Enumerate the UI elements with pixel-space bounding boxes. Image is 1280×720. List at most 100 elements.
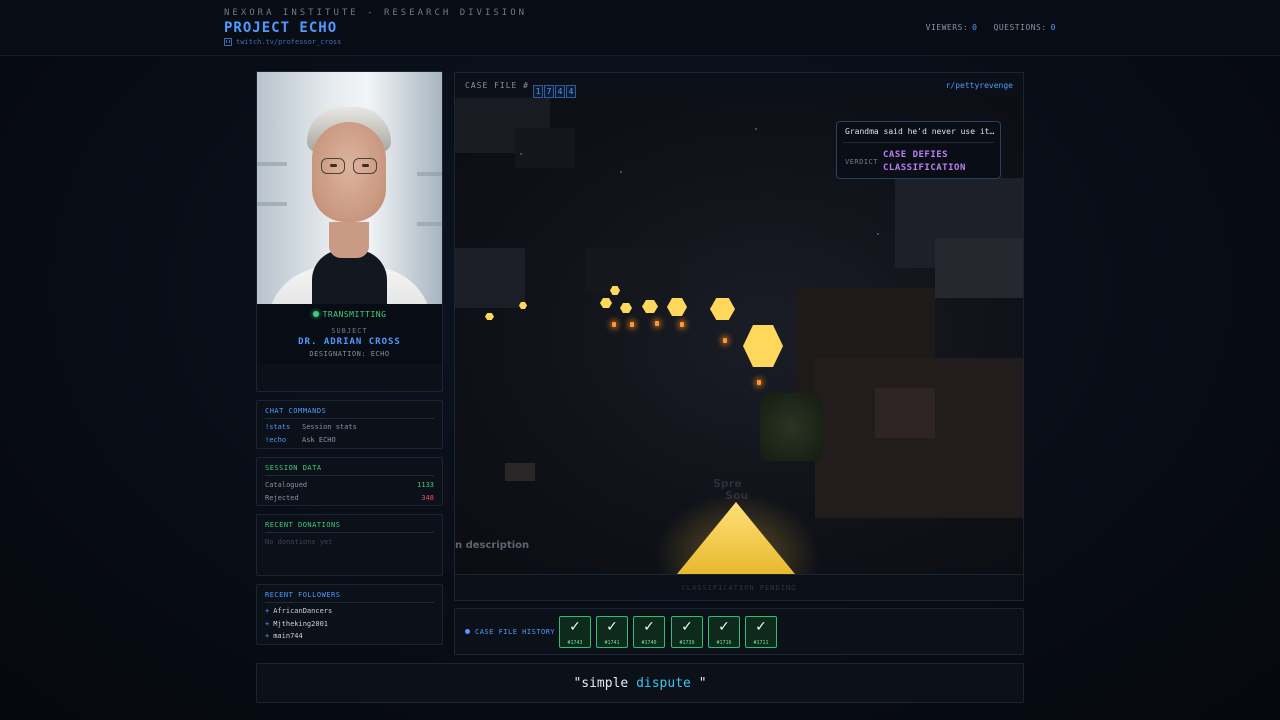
history-case-number: #1739: [679, 640, 695, 646]
top-header: NEXORA INSTITUTE - RESEARCH DIVISION PRO…: [0, 0, 1280, 56]
rejected-value: 348: [421, 494, 434, 502]
chat-commands-title: CHAT COMMANDS: [265, 407, 327, 415]
status-text: TRANSMITTING: [322, 310, 387, 319]
quote-open: "simple: [573, 676, 637, 691]
history-tile[interactable]: ✓ #1739: [671, 616, 703, 648]
live-dot-icon: [312, 311, 319, 317]
verdict-value: CASE DEFIES CLASSIFICATION: [883, 149, 966, 175]
divider: [843, 142, 994, 143]
command-desc-text: Session stats: [302, 423, 357, 431]
follower-name: Mjtheking2001: [273, 620, 329, 628]
history-tile[interactable]: ✓ #1740: [633, 616, 665, 648]
history-case-number: #1741: [604, 640, 620, 646]
lantern-flame: [655, 321, 659, 326]
classification-status-bar: CLASSIFICATION PENDING: [454, 574, 1024, 601]
case-file-header: CASE FILE # 1744 r/pettyrevenge: [454, 72, 1024, 98]
history-case-number: #1716: [716, 640, 732, 646]
turtleneck: [312, 250, 387, 304]
subreddit-link[interactable]: r/pettyrevenge: [946, 81, 1013, 90]
sky-lantern: [743, 325, 783, 367]
subject-portrait: [257, 72, 442, 304]
plus-icon: +: [265, 620, 270, 628]
plus-icon: +: [265, 607, 270, 615]
history-case-number: #1743: [567, 640, 583, 646]
star: [877, 233, 879, 235]
session-data-panel: SESSION DATA Catalogued 1133 Rejected 34…: [256, 457, 443, 506]
check-icon: ✓: [718, 619, 730, 635]
lab-shelf: [257, 162, 287, 166]
history-tile[interactable]: ✓ #1741: [596, 616, 628, 648]
case-digit: 1: [533, 85, 543, 98]
recent-followers-title: RECENT FOLLOWERS: [265, 591, 341, 599]
scene-caption: n description: [455, 540, 530, 551]
questions-stat: QUESTIONS: 0: [994, 23, 1057, 32]
sky-lantern: [485, 313, 494, 320]
catalogued-value: 1133: [417, 481, 434, 489]
case-quote: Grandma said he'd never use it…: [845, 127, 995, 136]
catalogued-row: Catalogued 1133: [265, 481, 434, 489]
twitch-icon: [224, 38, 232, 46]
subject-info: TRANSMITTING SUBJECT DR. ADRIAN CROSS DE…: [257, 304, 442, 364]
verdict-label: VERDICT: [845, 158, 879, 166]
history-case-number: #1740: [641, 640, 657, 646]
check-icon: ✓: [681, 619, 693, 635]
sky-lantern: [667, 298, 687, 316]
history-tile[interactable]: ✓ #1711: [745, 616, 777, 648]
lab-shelf: [417, 222, 442, 226]
command-row: !echo: [265, 436, 286, 444]
channel-link[interactable]: twitch.tv/professor_cross: [224, 38, 341, 46]
divider: [265, 602, 434, 603]
terrain-block: [515, 128, 575, 168]
recent-followers-panel: RECENT FOLLOWERS + AfricanDancers + Mjthek…: [256, 584, 443, 645]
history-tile[interactable]: ✓ #1716: [708, 616, 740, 648]
star: [620, 171, 622, 173]
command-desc-text: Ask ECHO: [302, 436, 336, 444]
lantern-flame: [757, 380, 761, 385]
transmitting-status: TRANSMITTING: [257, 310, 442, 319]
sky-lantern: [600, 298, 612, 308]
channel-url: twitch.tv/professor_cross: [236, 38, 342, 46]
tree-leaves: [760, 393, 822, 461]
viewers-value: 0: [972, 23, 978, 32]
command-name: !echo: [265, 436, 287, 444]
donations-empty: No donations yet: [265, 538, 333, 546]
verdict-line: CASE DEFIES: [883, 150, 949, 160]
star: [755, 128, 757, 130]
sky-lantern: [642, 300, 658, 313]
rejected-label: Rejected: [265, 494, 299, 502]
command-row: !stats: [265, 423, 290, 431]
recent-donations-panel: RECENT DONATIONS No donations yet: [256, 514, 443, 576]
terrain-block: [585, 248, 680, 293]
subject-label: SUBJECT: [331, 327, 368, 335]
case-digit: 4: [566, 85, 576, 98]
viewers-stat: VIEWERS: 0: [926, 23, 978, 32]
follower-item: + AfricanDancers: [265, 607, 332, 615]
questions-value: 0: [1050, 23, 1056, 32]
lantern-flame: [612, 322, 616, 327]
history-tile[interactable]: ✓ #1743: [559, 616, 591, 648]
lab-shelf: [257, 202, 287, 206]
case-number: 1744: [532, 79, 576, 98]
divider: [265, 418, 434, 419]
rejected-row: Rejected 348: [265, 494, 434, 502]
bottom-quote: "simple dispute ": [257, 676, 1023, 691]
follower-item: + Mjtheking2001: [265, 620, 328, 628]
sky-lantern: [620, 303, 632, 313]
subject-name: DR. ADRIAN CROSS: [298, 337, 401, 347]
org-name: NEXORA INSTITUTE - RESEARCH DIVISION: [224, 8, 528, 18]
case-history-title: CASE FILE HISTORY: [475, 628, 556, 636]
verdict-popup: Grandma said he'd never use it… VERDICT …: [836, 121, 1001, 179]
check-icon: ✓: [606, 619, 618, 635]
catalogued-label: Catalogued: [265, 481, 308, 489]
verdict-line: CLASSIFICATION: [883, 163, 966, 173]
command-name: !stats: [265, 423, 291, 431]
check-icon: ✓: [569, 619, 581, 635]
terrain-block: [455, 248, 525, 308]
follower-name: AfricanDancers: [273, 607, 333, 615]
bottom-quote-panel: "simple dispute ": [256, 663, 1024, 703]
case-digit: 7: [544, 85, 554, 98]
divider: [265, 532, 434, 533]
session-data-title: SESSION DATA: [265, 464, 322, 472]
case-digit: 4: [555, 85, 565, 98]
lab-shelf: [417, 172, 442, 176]
